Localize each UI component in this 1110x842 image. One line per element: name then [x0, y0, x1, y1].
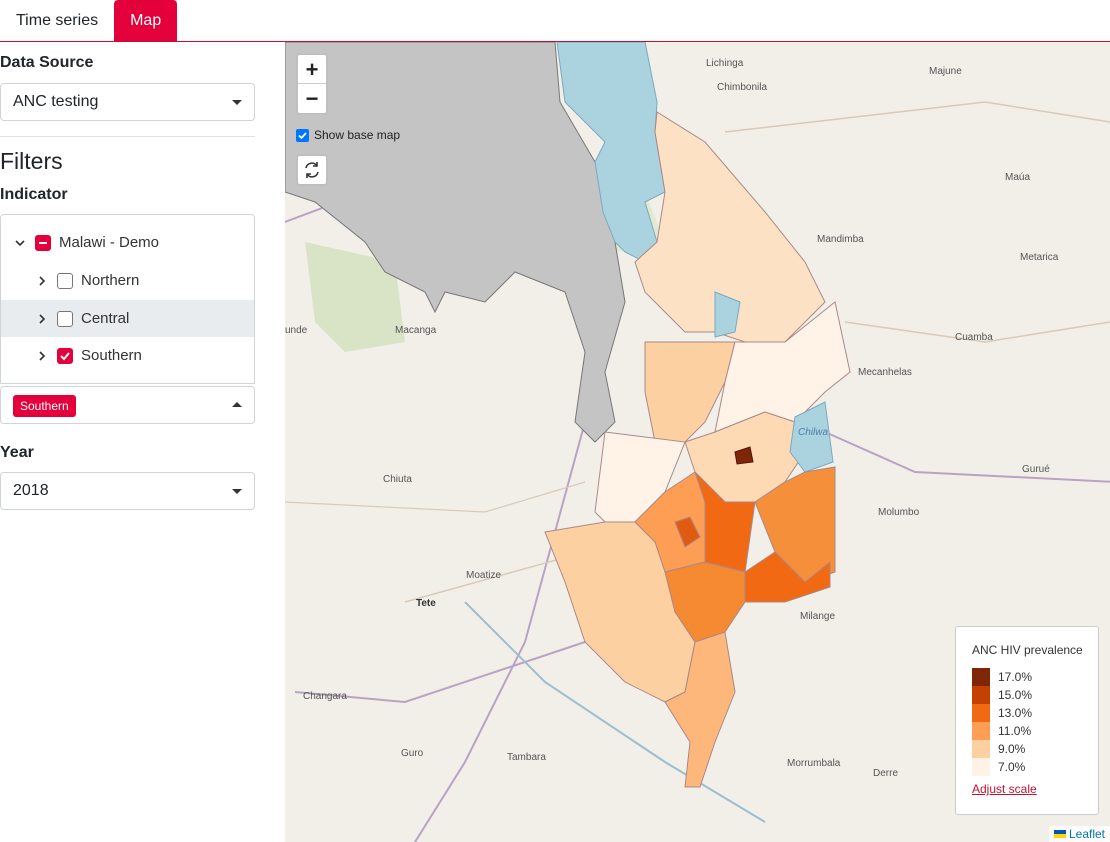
legend-item: 15.0%	[972, 686, 1098, 704]
legend-swatch	[972, 686, 990, 704]
place-label: Tambara	[507, 752, 546, 763]
year-value: 2018	[13, 482, 49, 499]
selected-region-chip[interactable]: Southern	[13, 395, 76, 417]
tree-label: Southern	[81, 347, 142, 364]
place-label: Chilwa	[798, 427, 829, 438]
year-label: Year	[0, 444, 34, 461]
chevron-right-icon[interactable]	[35, 274, 49, 288]
legend-title: ANC HIV prevalence	[972, 643, 1083, 657]
place-label: Maúa	[1005, 172, 1031, 183]
place-label: Tete	[416, 598, 436, 609]
legend-item: 17.0%	[972, 668, 1098, 686]
place-label: Morrumbala	[787, 758, 841, 769]
place-label: Lichinga	[706, 58, 744, 69]
legend-swatch	[972, 740, 990, 758]
legend-label: 9.0%	[998, 742, 1026, 756]
place-label: Metarica	[1020, 252, 1059, 263]
data-source-label: Data Source	[0, 54, 94, 71]
indicator-label: Indicator	[0, 186, 68, 203]
tab-map[interactable]: Map	[114, 0, 178, 41]
tree-label: Malawi - Demo	[59, 234, 160, 251]
zoom-in-button[interactable]: +	[298, 55, 326, 84]
leaflet-link[interactable]: Leaflet	[1069, 827, 1105, 841]
zoom-out-button[interactable]: −	[298, 84, 326, 113]
tree-label: Central	[81, 310, 130, 327]
zoom-control: + −	[296, 53, 328, 115]
year-select[interactable]: 2018	[0, 472, 255, 510]
divider	[0, 136, 255, 137]
legend-label: 15.0%	[998, 688, 1033, 702]
legend-item: 13.0%	[972, 704, 1098, 722]
tree-label: Northern	[81, 272, 140, 289]
tree-node-malawi[interactable]: Malawi - Demo	[1, 224, 254, 261]
tab-time-series[interactable]: Time series	[0, 0, 114, 41]
region-multiselect[interactable]: Southern	[0, 386, 255, 424]
place-label: Mandimba	[817, 234, 864, 245]
show-base-map-toggle[interactable]: Show base map	[296, 128, 400, 142]
refresh-icon	[305, 162, 319, 178]
chevron-right-icon[interactable]	[35, 312, 49, 326]
legend-item: 11.0%	[972, 722, 1098, 740]
data-source-value: ANC testing	[13, 93, 99, 110]
legend-label: 11.0%	[998, 724, 1032, 738]
chevron-down-icon	[232, 489, 242, 494]
show-base-map-label: Show base map	[314, 128, 401, 142]
legend-swatch	[972, 704, 990, 722]
place-label: Guro	[401, 748, 424, 759]
refresh-button[interactable]	[296, 154, 328, 186]
legend-label: 17.0%	[998, 670, 1033, 684]
map[interactable]: Lichinga Chimbonila Majune Maúa Mandimba…	[285, 42, 1110, 842]
chevron-down-icon[interactable]	[13, 236, 27, 250]
filters-heading: Filters	[0, 148, 63, 174]
tree-node-central[interactable]: Central	[1, 300, 254, 337]
tree-node-northern[interactable]: Northern	[1, 262, 254, 299]
adjust-scale-link[interactable]: Adjust scale	[972, 782, 1098, 796]
region-tree: Malawi - Demo Northern Central Southern	[0, 214, 255, 384]
legend-item: 7.0%	[972, 758, 1098, 776]
legend-item: 9.0%	[972, 740, 1098, 758]
checkbox-checked[interactable]	[296, 128, 309, 142]
legend-swatch	[972, 668, 990, 686]
chevron-down-icon	[232, 100, 242, 105]
place-label: Molumbo	[878, 507, 920, 518]
attribution: Leaflet	[1048, 826, 1110, 842]
place-label: Macanga	[395, 325, 437, 336]
tab-bar: Time series Map	[0, 0, 1110, 42]
place-label: Gurué	[1022, 464, 1050, 475]
place-label: Milange	[800, 611, 836, 622]
place-label: Mecanhelas	[858, 367, 912, 378]
place-label: Moatize	[466, 570, 502, 581]
place-label: Chiuta	[383, 474, 412, 485]
place-label: Cuamba	[955, 332, 993, 343]
checkbox[interactable]	[57, 310, 73, 327]
place-label: Majune	[929, 66, 962, 77]
place-label: Derre	[873, 768, 899, 779]
legend-swatch	[972, 722, 990, 740]
place-label: Changara	[303, 691, 347, 702]
sidebar: Data Source ANC testing Filters Indicato…	[0, 42, 285, 842]
tree-node-southern[interactable]: Southern	[1, 337, 254, 374]
place-label: Chimbonila	[717, 82, 768, 93]
flag-icon	[1053, 830, 1066, 838]
chevron-up-icon	[232, 402, 242, 407]
legend-swatch	[972, 758, 990, 776]
checkbox[interactable]	[57, 272, 73, 289]
map-legend: ANC HIV prevalence 17.0% 15.0% 13.0% 11.0% 9…	[955, 626, 1099, 815]
data-source-select[interactable]: ANC testing	[0, 83, 255, 121]
legend-label: 7.0%	[998, 760, 1026, 774]
checkbox-indeterminate[interactable]	[35, 234, 51, 251]
legend-label: 13.0%	[998, 706, 1033, 720]
chevron-right-icon[interactable]	[35, 349, 49, 363]
checkbox-checked[interactable]	[57, 347, 73, 364]
place-label: unde	[285, 325, 308, 336]
